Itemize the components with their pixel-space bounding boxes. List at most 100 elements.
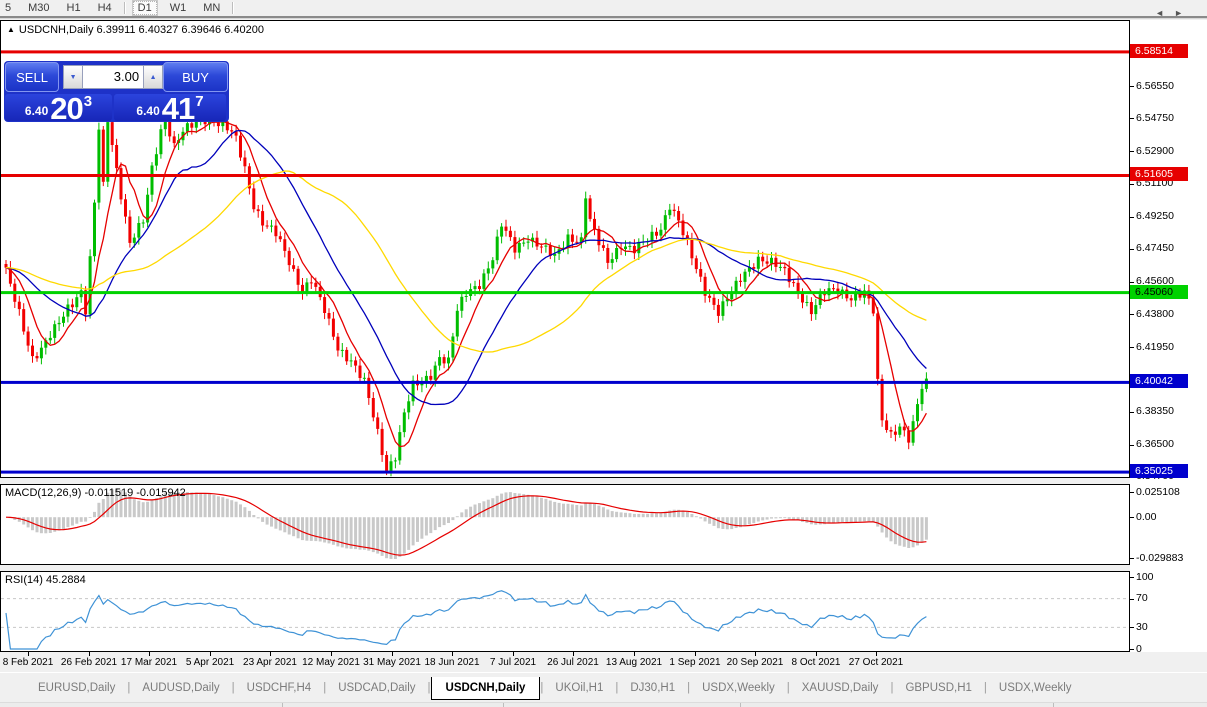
rsi-chart (1, 572, 1129, 651)
date-axis-label: 1 Sep 2021 (669, 657, 720, 668)
chart-tab-usdcnh-daily[interactable]: USDCNH,Daily (431, 677, 541, 700)
timeframe-button-h1[interactable]: H1 (62, 1, 86, 15)
date-axis-label: 20 Sep 2021 (727, 657, 784, 668)
tab-scroll-right-icon[interactable]: ► (1174, 8, 1193, 18)
price-axis-label: 6.52900 (1136, 145, 1174, 157)
timeframe-toolbar: 5 M30 H1 H4 D1 W1 MN (0, 0, 1207, 16)
volume-input[interactable]: 3.00 (83, 65, 143, 89)
date-tick-mark (452, 652, 453, 656)
axis-tick-mark (1130, 577, 1134, 578)
date-tick-mark (210, 652, 211, 656)
status-strip-divider (503, 703, 504, 707)
date-axis-label: 27 Oct 2021 (849, 657, 903, 668)
timeframe-button-mn[interactable]: MN (198, 1, 225, 15)
price-axis-label: 6.41950 (1136, 341, 1174, 353)
chart-symbol-period: USDCNH,Daily (19, 24, 94, 36)
date-tick-mark (331, 652, 332, 656)
volume-increase-button[interactable]: ▲ (143, 65, 163, 89)
date-axis-label: 26 Feb 2021 (61, 657, 117, 668)
toolbar-divider (124, 2, 126, 14)
date-tick-mark (634, 652, 635, 656)
chart-tab-usdx-weekly[interactable]: USDX,Weekly (987, 678, 1084, 698)
price-level-badge[interactable]: 6.51605 (1130, 167, 1188, 181)
timeframe-button-m30[interactable]: M30 (23, 1, 54, 15)
date-axis-label: 26 Jul 2021 (547, 657, 599, 668)
price-axis-label: 6.47450 (1136, 242, 1174, 254)
timeframe-button-d1[interactable]: D1 (132, 0, 158, 16)
date-tick-mark (755, 652, 756, 656)
axis-tick-mark (1130, 517, 1134, 518)
chart-tab-usdchf-h4[interactable]: USDCHF,H4 (235, 678, 324, 698)
chart-tab-eurusd-daily[interactable]: EURUSD,Daily (26, 678, 127, 698)
sell-button[interactable]: SELL (5, 62, 59, 92)
date-tick-mark (28, 652, 29, 656)
price-axis-label: 6.38350 (1136, 405, 1174, 417)
rsi-axis-label: 70 (1136, 592, 1148, 604)
chart-tab-usdx-weekly[interactable]: USDX,Weekly (690, 678, 787, 698)
sell-price-display[interactable]: 6.40203 (5, 94, 112, 121)
chart-tab-usdcad-daily[interactable]: USDCAD,Daily (326, 678, 427, 698)
price-level-badge[interactable]: 6.40042 (1130, 374, 1188, 388)
macd-indicator-pane[interactable]: MACD(12,26,9) -0.011519 -0.015942 (0, 484, 1130, 565)
date-axis-label: 8 Oct 2021 (792, 657, 841, 668)
price-level-badge[interactable]: 6.45060 (1130, 285, 1188, 299)
axis-tick-mark (1130, 627, 1134, 628)
rsi-indicator-pane[interactable]: RSI(14) 45.2884 (0, 571, 1130, 652)
macd-axis-label: 0.00 (1136, 511, 1156, 523)
rsi-axis-label: 100 (1136, 571, 1154, 583)
axis-tick-mark (1130, 599, 1134, 600)
price-axis-label: 6.49250 (1136, 210, 1174, 222)
chart-tab-xauusd-daily[interactable]: XAUUSD,Daily (790, 678, 891, 698)
axis-tick-mark (1130, 217, 1134, 218)
axis-tick-mark (1130, 151, 1134, 152)
date-tick-mark (392, 652, 393, 656)
date-tick-mark (573, 652, 574, 656)
sell-price-sup: 3 (84, 93, 92, 110)
date-axis-label: 8 Feb 2021 (3, 657, 54, 668)
date-axis-label: 5 Apr 2021 (186, 657, 234, 668)
tab-scroll-left-icon[interactable]: ◄ (1155, 8, 1174, 18)
price-level-badge[interactable]: 6.35025 (1130, 464, 1188, 478)
timeframe-button-5[interactable]: 5 (0, 1, 16, 15)
chart-tab-dj30-h1[interactable]: DJ30,H1 (618, 678, 687, 698)
chart-tab-audusd-daily[interactable]: AUDUSD,Daily (130, 678, 231, 698)
price-axis-label: 6.36500 (1136, 438, 1174, 450)
date-tick-mark (876, 652, 877, 656)
candlestick-chart-pane[interactable]: ▲USDCNH,Daily 6.39911 6.40327 6.39646 6.… (0, 20, 1130, 478)
rsi-axis-label: 30 (1136, 621, 1148, 633)
collapse-triangle-icon[interactable]: ▲ (7, 25, 15, 34)
timeframe-button-w1[interactable]: W1 (165, 1, 192, 15)
date-tick-mark (816, 652, 817, 656)
axis-tick-mark (1130, 184, 1134, 185)
status-strip-divider (282, 703, 283, 707)
terminal-window: 5M30H1H4D1W1MN ▲USDCNH,Daily 6.39911 6.4… (0, 0, 1207, 707)
tab-scroll-arrows: ◄► (1155, 8, 1193, 18)
status-strip (0, 702, 1207, 707)
chart-tab-bar: EURUSD,Daily|AUDUSD,Daily|USDCHF,H4|USDC… (0, 672, 1207, 703)
axis-tick-mark (1130, 445, 1134, 446)
axis-tick-mark (1130, 86, 1134, 87)
sell-price-prefix: 6.40 (25, 104, 48, 118)
buy-button[interactable]: BUY (163, 62, 228, 92)
chart-tab-gbpusd-h1[interactable]: GBPUSD,H1 (893, 678, 983, 698)
date-axis-label: 23 Apr 2021 (243, 657, 297, 668)
price-level-badge[interactable]: 6.58514 (1130, 44, 1188, 58)
macd-axis-label: 0.025108 (1136, 486, 1180, 498)
axis-tick-mark (1130, 347, 1134, 348)
date-axis[interactable]: 8 Feb 202126 Feb 202117 Mar 20215 Apr 20… (0, 652, 1207, 672)
date-axis-label: 13 Aug 2021 (606, 657, 662, 668)
date-axis-label: 31 May 2021 (363, 657, 421, 668)
date-axis-label: 18 Jun 2021 (424, 657, 479, 668)
date-axis-label: 7 Jul 2021 (490, 657, 536, 668)
chart-tab-ukoil-h1[interactable]: UKOil,H1 (543, 678, 615, 698)
buy-price-prefix: 6.40 (136, 104, 159, 118)
buy-price-display[interactable]: 6.40417 (114, 94, 226, 121)
timeframe-button-h4[interactable]: H4 (93, 1, 117, 15)
volume-decrease-button[interactable]: ▼ (63, 65, 83, 89)
price-axis[interactable]: 6.565506.547506.529006.511006.492506.474… (1130, 20, 1207, 652)
date-tick-mark (513, 652, 514, 656)
date-tick-mark (270, 652, 271, 656)
date-axis-label: 12 May 2021 (302, 657, 360, 668)
chart-title: ▲USDCNH,Daily 6.39911 6.40327 6.39646 6.… (7, 24, 264, 36)
date-tick-mark (695, 652, 696, 656)
